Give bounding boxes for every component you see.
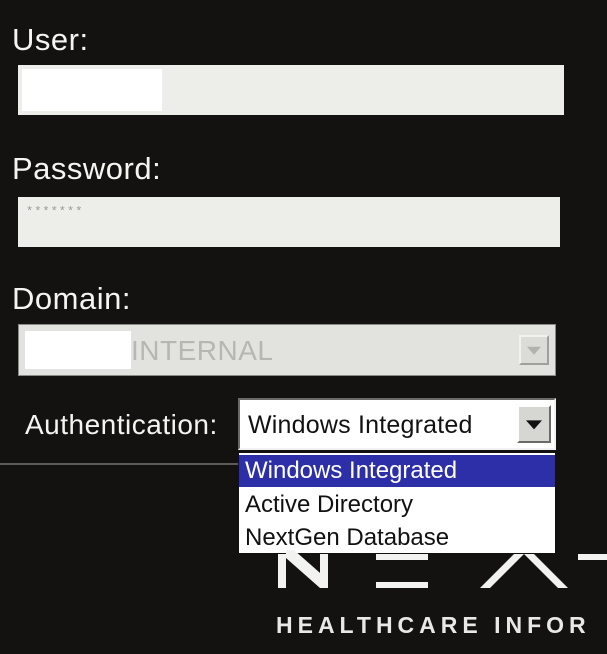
domain-value: INTERNAL — [131, 335, 274, 366]
password-mask: ******* — [26, 205, 84, 219]
domain-select[interactable]: INTERNAL — [18, 324, 556, 376]
separator-line — [0, 463, 238, 465]
user-input[interactable] — [18, 65, 564, 115]
authentication-dropdown-button[interactable] — [517, 405, 551, 443]
authentication-label: Authentication: — [25, 409, 218, 440]
password-input[interactable]: ******* — [18, 197, 560, 247]
password-label: Password: — [12, 151, 162, 186]
brand-tagline: HEALTHCARE INFOR — [276, 612, 591, 638]
chevron-down-icon — [526, 420, 542, 430]
chevron-down-icon — [527, 346, 541, 355]
authentication-select[interactable]: Windows Integrated — [238, 398, 556, 450]
auth-option-windows-integrated[interactable]: Windows Integrated — [239, 455, 555, 487]
auth-option-active-directory[interactable]: Active Directory — [239, 489, 555, 521]
user-redaction — [22, 69, 162, 111]
domain-redaction — [25, 331, 131, 369]
brand-logo — [278, 550, 607, 588]
authentication-value: Windows Integrated — [248, 411, 473, 439]
user-label: User: — [12, 22, 89, 57]
domain-dropdown-button[interactable] — [519, 335, 549, 365]
domain-label: Domain: — [12, 281, 131, 316]
authentication-options-list: Windows Integrated Active Directory Next… — [238, 452, 556, 554]
